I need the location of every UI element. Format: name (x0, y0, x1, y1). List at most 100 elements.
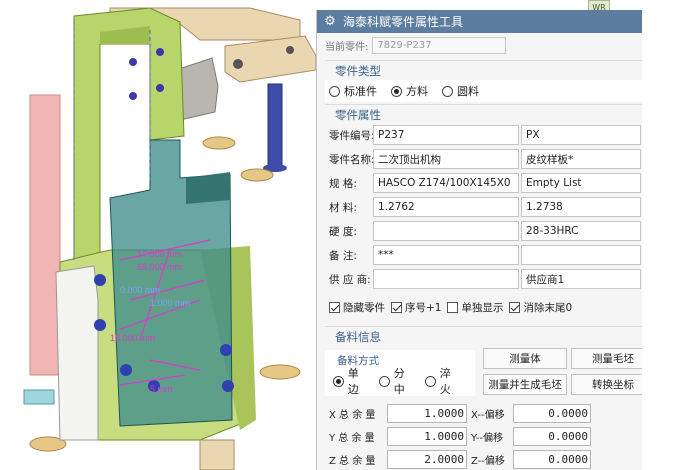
part-type-header: 零件类型 (325, 60, 642, 80)
z-offset-label: Z--偏移 (471, 455, 505, 467)
part-number-input[interactable]: P237 (373, 125, 519, 145)
cyan-piece (23, 389, 55, 405)
radio-dot (329, 85, 340, 97)
part-number-extra-input[interactable]: PX (521, 125, 641, 145)
current-part-row: 当前零件: 7829-P237 (317, 33, 642, 57)
radio-round-stock[interactable]: 圆料 (442, 83, 479, 99)
prop-label: 供 应 商: (329, 273, 371, 286)
y-allowance-input[interactable]: 1.0000 (387, 426, 467, 446)
measure-body-button[interactable]: 测量体 (483, 348, 567, 369)
screw (222, 380, 234, 392)
tan-arm (224, 35, 317, 83)
annotation: 1.000 mm (150, 298, 190, 308)
blue-pin (267, 83, 283, 171)
radio-centered[interactable]: 分中 (379, 365, 415, 397)
z-allowance-label: Z 总 余 量 (329, 455, 376, 467)
annotation: 65.000 mm (137, 262, 182, 272)
remark-input[interactable]: *** (373, 245, 519, 265)
panel-title: 海泰科赋零件属性工具 (343, 15, 464, 29)
y-allowance-row: Y 总 余 量 1.0000 Y--偏移 0.0000 (329, 426, 591, 446)
z-offset-input[interactable]: 0.0000 (513, 449, 591, 469)
stock-info-section: 备料信息 (325, 326, 642, 346)
material-input[interactable]: 1.2762 (373, 197, 519, 217)
z-allowance-row: Z 总 余 量 2.0000 Z--偏移 0.0000 (329, 449, 591, 469)
prop-row-spec: 规 格: HASCO Z174/100X145X0 Empty List (325, 173, 641, 193)
prop-label: 材 料: (329, 201, 357, 214)
tan-leg (199, 439, 235, 470)
part-type-options: 标准件 方料 圆料 (325, 80, 642, 102)
prop-label: 零件名称: (329, 153, 375, 166)
hide-part-checkbox[interactable]: 隐藏零件 (329, 300, 385, 315)
spec-extra-input[interactable]: Empty List (521, 173, 641, 193)
gear-icon: ⚙ (324, 14, 336, 29)
screw (156, 48, 164, 56)
prop-row-number: 零件编号: P237 PX (325, 125, 641, 145)
prop-row-name: 零件名称: 二次顶出机构 皮纹样板* (325, 149, 641, 169)
tan-disk (259, 364, 301, 380)
prop-row-hardness: 硬 度: 28-33HRC (325, 221, 641, 241)
supplier-extra-input[interactable]: 供应商1 (521, 269, 641, 289)
material-extra-input[interactable]: 1.2738 (521, 197, 641, 217)
radio-single-side[interactable]: 单边 (333, 365, 369, 397)
prop-label: 备 注: (329, 249, 357, 262)
hole (286, 46, 294, 54)
show-alone-checkbox[interactable]: 单独显示 (447, 300, 503, 315)
prop-row-supplier: 供 应 商: 供应商1 (325, 269, 641, 289)
x-allowance-input[interactable]: 1.0000 (387, 403, 467, 423)
screw (129, 58, 137, 66)
part-name-extra-input[interactable]: 皮纹样板* (521, 149, 641, 169)
hardness-input[interactable] (373, 221, 519, 241)
measure-generate-button[interactable]: 测量并生成毛坯 (483, 374, 567, 395)
annotation: 18.000 mm (110, 333, 155, 343)
annotation: 5 mm (150, 384, 173, 394)
screw (220, 344, 232, 356)
convert-coords-button[interactable]: 转换坐标 (571, 374, 642, 395)
radio-quench[interactable]: 淬火 (425, 365, 461, 397)
panel-titlebar[interactable]: ⚙ 海泰科赋零件属性工具 (317, 10, 642, 33)
screw (94, 274, 106, 286)
part-type-section: 零件类型 标准件 方料 圆料 (325, 60, 642, 102)
y-offset-input[interactable]: 0.0000 (513, 426, 591, 446)
prop-label: 规 格: (329, 177, 357, 190)
x-offset-label: X--偏移 (471, 409, 505, 421)
screw (156, 84, 164, 92)
stock-method-options: 单边 分中 淬火 (325, 367, 475, 396)
prop-label: 硬 度: (329, 225, 357, 238)
prop-label: 零件编号: (329, 129, 375, 142)
remark-extra-input[interactable] (521, 245, 641, 265)
spec-input[interactable]: HASCO Z174/100X145X0 (373, 173, 519, 193)
part-name-input[interactable]: 二次顶出机构 (373, 149, 519, 169)
x-allowance-row: X 总 余 量 1.0000 X--偏移 0.0000 (329, 403, 591, 423)
cad-viewport[interactable]: 17.000 mm 65.000 mm 0.000 mm 1.000 mm 18… (0, 0, 320, 470)
measure-blank-button[interactable]: 测量毛坯 (571, 348, 642, 369)
stock-info-header: 备料信息 (325, 326, 642, 346)
trim-trailing-zero-checkbox[interactable]: 消除末尾0 (509, 300, 572, 315)
radio-square-stock[interactable]: 方料 (391, 83, 428, 99)
z-allowance-input[interactable]: 2.0000 (387, 449, 467, 469)
part-properties-section: 零件属性 零件编号: P237 PX 零件名称: 二次顶出机构 皮纹样板* 规 … (325, 104, 642, 304)
part-property-panel: ⚙ 海泰科赋零件属性工具 当前零件: 7829-P237 零件类型 标准件 方料… (316, 10, 642, 470)
annotation: 0.000 mm (120, 285, 160, 295)
radio-standard-part[interactable]: 标准件 (329, 83, 377, 99)
stock-method-group: 备料方式 单边 分中 淬火 (325, 350, 475, 396)
white-support (55, 265, 99, 441)
current-part-label: 当前零件: (325, 41, 369, 53)
cad-model-drawing: 17.000 mm 65.000 mm 0.000 mm 1.000 mm 18… (23, 7, 317, 470)
annotation: 17.000 mm (137, 249, 182, 259)
hardness-extra-input[interactable]: 28-33HRC (521, 221, 641, 241)
supplier-input[interactable] (373, 269, 519, 289)
options-checkbox-row: 隐藏零件 序号+1 单独显示 消除末尾0 (325, 297, 642, 317)
x-allowance-label: X 总 余 量 (329, 409, 376, 421)
y-offset-label: Y--偏移 (471, 432, 504, 444)
hole (233, 59, 243, 69)
part-properties-header: 零件属性 (325, 104, 642, 124)
screw (94, 319, 106, 331)
index-plus-one-checkbox[interactable]: 序号+1 (391, 300, 441, 315)
prop-row-material: 材 料: 1.2762 1.2738 (325, 197, 641, 217)
prop-row-remark: 备 注: *** (325, 245, 641, 265)
screw (129, 92, 137, 100)
tan-disk (240, 168, 274, 182)
tan-disk (202, 136, 236, 150)
x-offset-input[interactable]: 0.0000 (513, 403, 591, 423)
right-margin (642, 0, 692, 470)
